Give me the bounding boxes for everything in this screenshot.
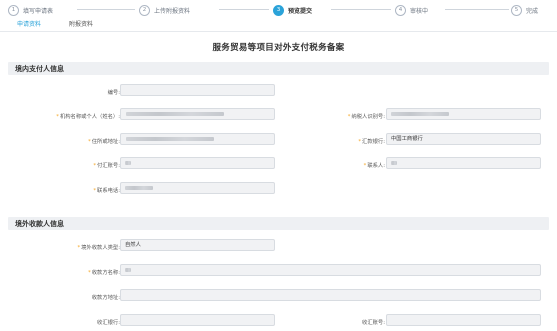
payee-type-label: *境外收款人类型: (77, 245, 120, 251)
page-title: 服务贸易等项目对外支付税务备案 (212, 43, 345, 53)
section-overseas-payee: 境外收款人信息 (8, 217, 549, 230)
redacted-text (125, 161, 131, 165)
section-domestic-payer: 境内支付人信息 (8, 62, 549, 75)
required-marker: * (363, 163, 367, 169)
step-complete: 5 完成 (511, 3, 538, 17)
number-field[interactable] (120, 84, 275, 96)
receiving-bank-field[interactable] (120, 314, 275, 326)
step-4-circle: 4 (395, 4, 406, 16)
required-marker: * (88, 270, 91, 276)
receiving-account-field[interactable] (386, 314, 541, 326)
receiving-account-label: 收汇账号: (362, 320, 385, 326)
step-fill-form: 1 填写申请表 (8, 3, 53, 17)
step-3-label: 预览提交 (288, 7, 313, 15)
step-under-review: 4 审核中 (395, 3, 428, 17)
contact-person-label: *联系人: (363, 163, 385, 169)
payee-type-field[interactable]: 自然人 (120, 239, 275, 251)
progress-stepper: 1 填写申请表 2 上传附报资料 3 预览提交 4 审核中 5 完成 (0, 0, 557, 20)
step-2-label: 上传附报资料 (154, 7, 191, 15)
step-connector (445, 9, 509, 10)
number-label: 编号: (107, 90, 120, 96)
step-5-label: 完成 (526, 7, 539, 15)
step-5-circle: 5 (511, 4, 522, 16)
payee-name-label: *收款方名称: (88, 270, 120, 276)
taxpayer-id-field[interactable] (386, 108, 541, 120)
address-label: *住所或地址: (88, 139, 120, 145)
redacted-text (126, 112, 224, 116)
step-preview-submit: 3 预览提交 (273, 3, 312, 17)
org-name-label: *机构名称或个人（姓名）: (56, 114, 120, 120)
contact-phone-label: *联系电话: (93, 188, 120, 194)
redacted-text (125, 268, 131, 272)
required-marker: * (358, 139, 362, 145)
payment-account-field[interactable] (120, 157, 275, 169)
redacted-text (125, 186, 153, 190)
redacted-text (391, 112, 449, 116)
receiving-bank-label: 收汇银行: (97, 320, 120, 326)
redacted-text (391, 161, 397, 165)
contact-person-field[interactable] (386, 157, 541, 169)
payee-name-field[interactable] (120, 264, 541, 276)
step-upload-docs: 2 上传附报资料 (139, 3, 190, 17)
step-connector (77, 9, 135, 10)
remit-bank-label: *汇款银行: (358, 139, 385, 145)
step-1-circle: 1 (8, 4, 19, 16)
address-field[interactable] (120, 133, 275, 145)
redacted-text (126, 137, 214, 141)
org-name-field[interactable] (120, 108, 275, 120)
required-marker: * (77, 245, 81, 251)
required-marker: * (93, 188, 97, 194)
step-connector (219, 9, 269, 10)
step-4-label: 审核中 (410, 7, 429, 15)
remit-bank-field[interactable]: 中国工商银行 (386, 133, 541, 145)
step-1-label: 填写申请表 (23, 7, 54, 15)
step-3-circle: 3 (273, 4, 284, 16)
contact-phone-field[interactable] (120, 182, 275, 194)
step-2-circle: 2 (139, 4, 150, 16)
taxpayer-id-label: *纳税人识别号: (347, 114, 385, 120)
payment-account-label: *付汇账号: (93, 163, 120, 169)
step-connector (331, 9, 391, 10)
payee-address-field[interactable] (120, 289, 541, 301)
payee-address-label: 收款方地址: (91, 295, 120, 301)
required-marker: * (56, 114, 59, 120)
required-marker: * (93, 163, 97, 169)
required-marker: * (88, 139, 91, 145)
tab-divider (0, 31, 557, 32)
